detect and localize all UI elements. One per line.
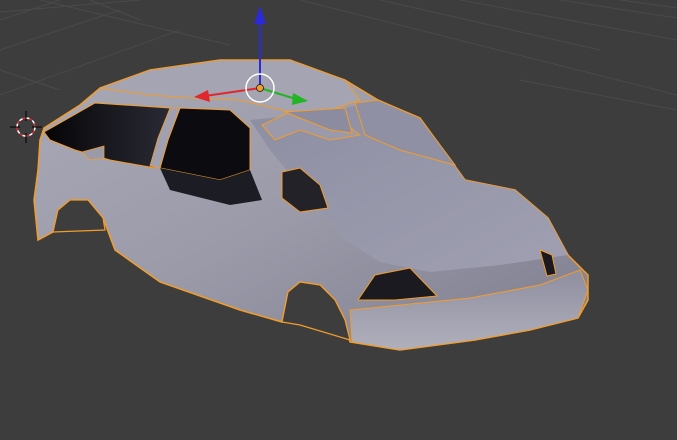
object-origin-icon — [256, 84, 264, 92]
3d-cursor-icon[interactable] — [10, 111, 42, 143]
car-body-mesh[interactable] — [33, 59, 589, 351]
z-axis-arrow[interactable] — [254, 6, 266, 24]
viewport-canvas[interactable] — [0, 0, 677, 440]
3d-viewport[interactable] — [0, 0, 677, 440]
